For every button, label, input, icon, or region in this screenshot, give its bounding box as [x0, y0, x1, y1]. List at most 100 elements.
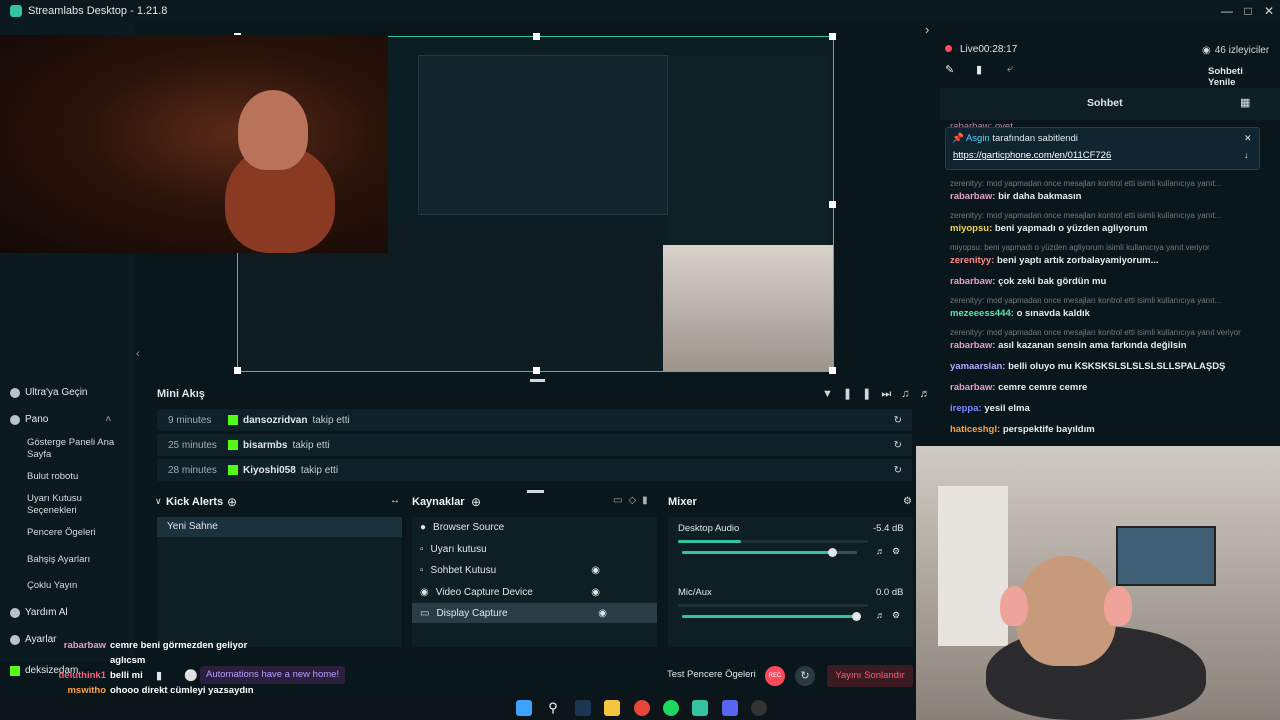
volume-knob[interactable] — [828, 548, 837, 557]
mixer-settings-icon[interactable]: ⚙ — [903, 496, 912, 507]
chat-username[interactable]: haticeshgl — [950, 424, 997, 435]
rec-button[interactable]: REC — [765, 666, 785, 686]
spotify-icon[interactable] — [663, 700, 679, 716]
replay-icon[interactable]: ↻ — [795, 666, 815, 686]
share-icon[interactable]: ⤶ — [1007, 63, 1013, 76]
users-icon[interactable]: ▦ — [1240, 96, 1250, 109]
chat-username[interactable]: yamaarslan — [950, 361, 1002, 372]
folder-icon[interactable]: ▮ — [976, 63, 982, 76]
discord-icon[interactable] — [722, 700, 738, 716]
sidebar-item-tips[interactable]: Bahşiş Ayarları — [27, 554, 122, 566]
chat-reply-context: miyopsu: beni yapmadı o yüzden agliyorum… — [950, 243, 1210, 252]
refresh-chat-button[interactable]: Sohbeti Yenile — [1208, 66, 1270, 88]
collapse-left-icon[interactable]: ‹ — [136, 348, 140, 360]
filter-icon[interactable]: ▼ — [822, 388, 843, 400]
collapse-right-icon[interactable]: › — [925, 22, 929, 37]
maximize-icon[interactable]: □ — [1240, 3, 1256, 19]
search-icon[interactable]: ⚲ — [545, 700, 561, 716]
volume-knob[interactable] — [852, 612, 861, 621]
speaker-icon[interactable]: ♬ — [876, 610, 885, 620]
minimize-icon[interactable]: — — [1219, 3, 1235, 19]
speaker-icon[interactable]: ♬ — [876, 546, 885, 556]
face — [238, 90, 308, 170]
sidebar-item-alertbox[interactable]: Uyarı Kutusu Seçenekleri — [27, 493, 122, 517]
folder-icon[interactable] — [604, 700, 620, 716]
media-player-icon[interactable] — [751, 700, 767, 716]
gear-icon[interactable]: ⚙ — [892, 610, 900, 621]
feed-time: 9 minutes — [168, 414, 212, 426]
unpin-icon[interactable]: ✕ — [1244, 133, 1252, 144]
chrome-icon[interactable] — [634, 700, 650, 716]
source-chatbox[interactable]: ▫ Sohbet Kutusu ◉ — [412, 560, 650, 580]
collapse-dock-icon[interactable]: ↔ — [390, 495, 400, 506]
kick-icon — [228, 415, 238, 425]
sources-dock: Kaynaklar ⊕ ▭◇▮ ● Browser Source ▫ Uyarı k… — [405, 492, 660, 657]
source-browser[interactable]: ● Browser Source — [412, 517, 650, 537]
chat-username[interactable]: rabarbaw — [950, 382, 992, 393]
replay-icon[interactable]: ↻ — [894, 415, 902, 426]
pause-icon[interactable]: ❚❚ — [843, 388, 881, 400]
mixer-channels: Desktop Audio -5.4 dB ♬ ⚙ Mic/Aux 0.0 dB… — [668, 517, 913, 647]
feed-user[interactable]: Kiyoshi058 — [243, 465, 296, 476]
resize-handle[interactable] — [533, 367, 540, 374]
pinned-link[interactable]: https://garticphone.com/en/011CF726 — [953, 150, 1111, 161]
source-alertbox[interactable]: ▫ Uyarı kutusu — [412, 539, 650, 559]
gear-icon[interactable]: ⚙ — [892, 546, 900, 557]
group-icon[interactable]: ◇ — [628, 495, 642, 506]
windows-start-icon[interactable] — [516, 700, 532, 716]
chat-username[interactable]: ireppa — [950, 403, 979, 414]
drag-handle[interactable] — [530, 379, 545, 382]
scene-item[interactable]: Yeni Sahne — [157, 517, 402, 537]
volume-slider[interactable] — [682, 548, 857, 557]
chat-message: rabarbaw: bir daha bakmasın — [950, 191, 1082, 202]
sidebar-item-cloudbot[interactable]: Bulut robotu — [27, 471, 122, 483]
live-status: Live00:28:17 — [960, 44, 1018, 55]
kick-icon — [10, 665, 20, 676]
resize-handle[interactable] — [829, 201, 836, 208]
feed-action: takip etti — [292, 439, 330, 451]
close-icon[interactable]: ✕ — [1261, 3, 1277, 19]
copy-icon[interactable]: ▭ — [613, 495, 628, 506]
feed-user[interactable]: bisarmbs — [243, 440, 287, 451]
chevron-down-icon[interactable]: ∨ — [155, 496, 162, 507]
folder-icon[interactable]: ▮ — [642, 495, 654, 506]
source-list: ● Browser Source ▫ Uyarı kutusu ▫ Sohbet Ku… — [412, 517, 657, 647]
steam-icon[interactable] — [575, 700, 591, 716]
chat-username[interactable]: mezeeess444 — [950, 308, 1011, 319]
streamlabs-icon[interactable] — [692, 700, 708, 716]
mute-icon[interactable]: ♫ — [901, 388, 919, 400]
sidebar-item-ultra[interactable]: Ultra'ya Geçin — [10, 387, 88, 398]
sidebar-item-widgets[interactable]: Pencere Ögeleri — [27, 527, 122, 539]
volume-icon[interactable]: ♬ — [919, 388, 940, 400]
chat-username[interactable]: miyopsu — [950, 223, 989, 234]
lock-icon: ◉ — [591, 564, 600, 576]
add-scene-icon[interactable]: ⊕ — [227, 495, 237, 509]
sidebar-item-help[interactable]: Yardım Al — [10, 607, 68, 618]
sidebar-item-dashboard[interactable]: Pano ˄ — [10, 414, 111, 425]
skip-icon[interactable]: ⏭ — [881, 388, 901, 400]
resize-handle[interactable] — [234, 367, 241, 374]
source-display-capture[interactable]: ▭ Display Capture ◉ — [412, 603, 657, 623]
source-video-capture[interactable]: ◉ Video Capture Device ◉ — [412, 582, 650, 602]
headphone-right — [1104, 586, 1132, 626]
resize-handle[interactable] — [829, 367, 836, 374]
sidebar-item-dashboard-home[interactable]: Gösterge Paneli Ana Sayfa — [27, 437, 122, 461]
level-meter — [678, 540, 868, 543]
add-source-icon[interactable]: ⊕ — [471, 495, 481, 509]
chat-username[interactable]: rabarbaw — [950, 340, 992, 351]
replay-icon[interactable]: ↻ — [894, 465, 902, 476]
volume-slider[interactable] — [682, 612, 861, 621]
resize-handle[interactable] — [533, 33, 540, 40]
edit-icon[interactable]: ✎ — [945, 63, 954, 76]
end-stream-button[interactable]: Yayını Sonlandır — [827, 665, 913, 687]
chat-username[interactable]: rabarbaw — [950, 276, 992, 287]
arrow-down-icon[interactable]: ↓ — [1244, 150, 1249, 160]
chevron-up-icon[interactable]: ˄ — [105, 414, 111, 425]
chat-username[interactable]: zerenityy — [950, 255, 991, 266]
test-widgets-button[interactable]: Test Pencere Ögeleri — [667, 669, 756, 680]
replay-icon[interactable]: ↻ — [894, 440, 902, 451]
chat-username[interactable]: rabarbaw — [950, 191, 992, 202]
feed-user[interactable]: dansozridvan — [243, 415, 307, 426]
resize-handle[interactable] — [829, 33, 836, 40]
sidebar-item-multistream[interactable]: Çoklu Yayın — [27, 580, 122, 592]
